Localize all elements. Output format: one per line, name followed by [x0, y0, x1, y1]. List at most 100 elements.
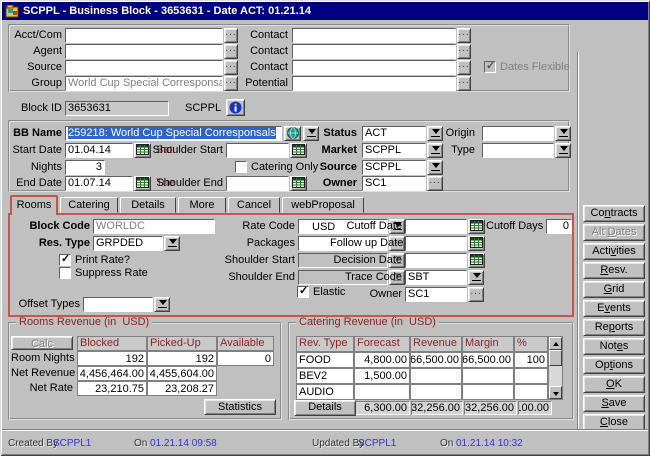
ok-button[interactable]: OK: [583, 376, 645, 393]
resv-button[interactable]: Resv.: [583, 262, 645, 279]
market-label: Market: [300, 143, 357, 158]
contact2-field[interactable]: [292, 44, 456, 59]
contact1-field[interactable]: [292, 28, 456, 43]
catering-cell[interactable]: [514, 368, 548, 384]
contact3-field[interactable]: [292, 60, 456, 75]
source-field[interactable]: [65, 60, 223, 75]
origin-lov-button[interactable]: [555, 126, 571, 141]
acct-com-lov-button[interactable]: [224, 28, 238, 43]
catering-row-type[interactable]: AUDIO: [296, 384, 354, 400]
rooms-revenue-empty-cell: [217, 366, 274, 381]
acct-com-field[interactable]: [65, 28, 223, 43]
type-lov-button[interactable]: [555, 143, 571, 158]
nights-field[interactable]: 3: [65, 160, 105, 175]
status-label: Status: [300, 126, 357, 141]
bb-name-field[interactable]: 259218: World Cup Special Corresponsals: [65, 126, 282, 141]
updated-on-label: On: [440, 437, 453, 450]
statistics-button[interactable]: Statistics: [204, 399, 276, 415]
reports-button[interactable]: Reports: [583, 319, 645, 336]
catering-cell[interactable]: 3,866,500.00: [410, 352, 462, 368]
tab-more[interactable]: More: [178, 197, 226, 213]
tab-details[interactable]: Details: [120, 197, 176, 213]
source2-lov-button[interactable]: [427, 160, 443, 175]
catering-cell[interactable]: [514, 384, 548, 400]
catering-row-type[interactable]: BEV2: [296, 368, 354, 384]
resort-code-label: SCPPL: [185, 101, 225, 116]
block-id-label: Block ID: [5, 101, 62, 116]
agent-lov-button[interactable]: [224, 44, 238, 59]
origin-field[interactable]: [482, 126, 554, 141]
contact3-lov-button[interactable]: [457, 60, 471, 75]
updated-by-label: Updated By: [312, 437, 364, 450]
tab-catering[interactable]: Catering: [60, 197, 118, 213]
shoulder-end-field[interactable]: [226, 176, 289, 191]
end-date-field[interactable]: 01.07.14: [65, 176, 133, 191]
catering-cell[interactable]: 100: [514, 352, 548, 368]
owner-lov-button[interactable]: [427, 176, 443, 191]
catering-cell[interactable]: [354, 384, 410, 400]
catering-cell[interactable]: [410, 368, 462, 384]
tab-cancel[interactable]: Cancel: [228, 197, 280, 213]
rooms-revenue-table: Calc Blocked Picked-Up Available Room Ni…: [11, 336, 274, 396]
notes-button[interactable]: Notes: [583, 338, 645, 355]
catering-cell[interactable]: 3,866,500.00: [462, 352, 514, 368]
catering-revenue-table: Rev. Type Forecast Revenue Margin % FOOD…: [296, 336, 548, 400]
source-label: Source: [5, 60, 62, 75]
catering-cell[interactable]: [462, 384, 514, 400]
potential-lov-button[interactable]: [457, 76, 471, 91]
source2-field[interactable]: SCPPL: [362, 160, 426, 175]
contracts-button[interactable]: Contracts: [583, 205, 645, 222]
details-button[interactable]: Details: [294, 400, 356, 416]
scroll-down-icon[interactable]: [549, 386, 562, 399]
group-lov-button[interactable]: [224, 76, 238, 91]
bb-name-web-button[interactable]: [284, 126, 301, 141]
group-label: Group: [5, 76, 62, 91]
created-on-label: On: [134, 437, 147, 450]
catering-table-scrollbar[interactable]: [548, 336, 563, 400]
app-icon: [5, 5, 19, 18]
scroll-up-icon[interactable]: [549, 337, 562, 350]
save-button[interactable]: Save: [583, 395, 645, 412]
source-lov-button[interactable]: [224, 60, 238, 75]
rooms-revenue-col-pickedup: Picked-Up: [147, 336, 217, 351]
options-button[interactable]: Options: [583, 357, 645, 374]
title-bar[interactable]: SCPPL - Business Block - 3653631 - Date …: [2, 2, 648, 20]
shoulder-start-field[interactable]: [226, 143, 289, 158]
created-on-value: 01.21.14 09:58: [150, 437, 217, 450]
activities-button[interactable]: Activities: [583, 243, 645, 260]
catering-cell[interactable]: [410, 384, 462, 400]
lov-arrow-icon: [559, 128, 568, 138]
rooms-revenue-cell: 4,456,464.00: [77, 366, 147, 381]
rooms-revenue-col-blocked: Blocked: [77, 336, 147, 351]
market-field[interactable]: SCPPL: [362, 143, 426, 158]
catering-cell[interactable]: 4,800.00: [354, 352, 410, 368]
catering-cell[interactable]: 1,500.00: [354, 368, 410, 384]
events-button[interactable]: Events: [583, 300, 645, 317]
property-info-button[interactable]: [226, 99, 245, 116]
agent-field[interactable]: [65, 44, 223, 59]
source2-label: Source: [300, 160, 357, 175]
rooms-revenue-cell: 0: [217, 351, 274, 366]
status-field[interactable]: ACT: [362, 126, 426, 141]
contact1-lov-button[interactable]: [457, 28, 471, 43]
catering-total-margin: 6,332,256.00: [464, 401, 517, 415]
scrollbar-thumb[interactable]: [549, 350, 562, 366]
catering-col-forecast: Forecast: [354, 336, 410, 352]
grid-button[interactable]: Grid: [583, 281, 645, 298]
contact2-lov-button[interactable]: [457, 44, 471, 59]
rooms-tab-panel: [8, 213, 574, 317]
potential-field[interactable]: [292, 76, 456, 91]
catering-total-forecast: 6,300.00: [354, 401, 410, 415]
catering-cell[interactable]: [462, 368, 514, 384]
catering-row-type[interactable]: FOOD: [296, 352, 354, 368]
start-date-field[interactable]: 01.04.14: [65, 143, 133, 158]
type-field[interactable]: [482, 143, 554, 158]
end-date-label: End Date: [5, 176, 62, 191]
tab-webproposal[interactable]: webProposal: [282, 197, 364, 213]
tab-rooms[interactable]: Rooms: [10, 195, 58, 215]
rooms-revenue-row-label: Net Rate: [11, 381, 77, 396]
catering-col-revenue: Revenue: [410, 336, 462, 352]
rooms-revenue-cell: 23,208.27: [147, 381, 217, 396]
catering-only-checkbox[interactable]: [235, 161, 247, 173]
owner-field[interactable]: SC1: [362, 176, 426, 191]
